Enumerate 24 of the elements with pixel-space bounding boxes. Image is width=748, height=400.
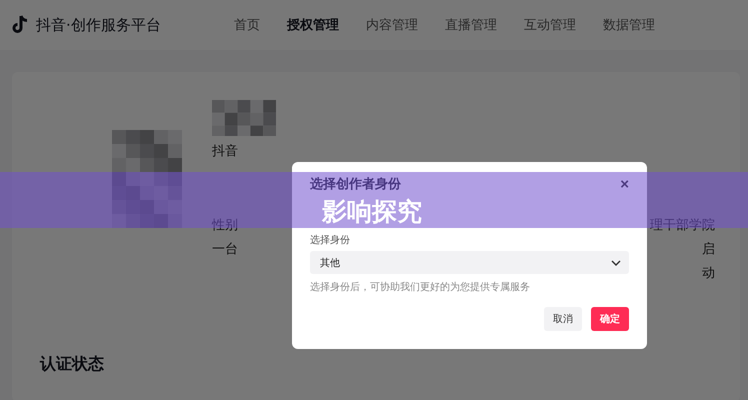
profile-text: 抖音 bbox=[212, 143, 238, 160]
profile-text: 一台 bbox=[212, 241, 238, 258]
logo-icon bbox=[12, 15, 30, 35]
section-title: 认证状态 bbox=[40, 354, 104, 375]
nav-tab[interactable]: 授权管理 bbox=[287, 16, 339, 34]
nav-tab[interactable]: 内容管理 bbox=[366, 16, 418, 34]
cancel-button[interactable]: 取消 bbox=[544, 307, 582, 331]
chevron-down-icon bbox=[611, 260, 621, 266]
dialog-title: 选择创作者身份 bbox=[310, 176, 401, 193]
profile-text: 动 bbox=[702, 265, 715, 282]
profile-text: 启 bbox=[702, 241, 715, 258]
nav-tab[interactable]: 数据管理 bbox=[603, 16, 655, 34]
banner-title: 影响探究 bbox=[322, 198, 422, 226]
nav-tab[interactable]: 直播管理 bbox=[445, 16, 497, 34]
identity-select[interactable]: 其他 bbox=[310, 251, 629, 274]
hint-text: 选择身份后，可协助我们更好的为您提供专属服务 bbox=[310, 280, 531, 294]
platform-logo-text: 抖音·创作服务平台 bbox=[36, 16, 161, 34]
field-label: 选择身份 bbox=[310, 234, 351, 247]
confirm-button[interactable]: 确定 bbox=[591, 307, 629, 331]
nav-tab[interactable]: 首页 bbox=[234, 16, 260, 34]
close-button[interactable]: × bbox=[620, 176, 629, 192]
profile-text: 性别 bbox=[212, 217, 238, 234]
profile-text: 理干部学院 bbox=[650, 217, 715, 234]
nav-tab[interactable]: 互动管理 bbox=[524, 16, 576, 34]
